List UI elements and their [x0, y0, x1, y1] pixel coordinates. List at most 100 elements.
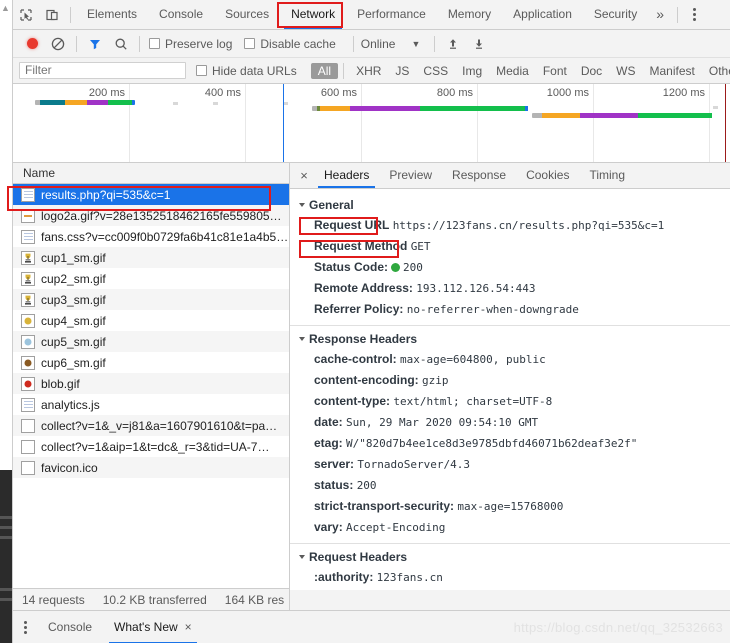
- tab-application-label: Application: [513, 7, 572, 21]
- type-filter-css[interactable]: CSS: [416, 63, 455, 79]
- type-filter-font[interactable]: Font: [536, 63, 574, 79]
- hide-data-urls-checkbox[interactable]: Hide data URLs: [196, 64, 297, 78]
- type-filter-manifest[interactable]: Manifest: [643, 63, 702, 79]
- request-row[interactable]: cup4_sm.gif: [13, 310, 289, 331]
- network-toolbar: Preserve log Disable cache Online ▼: [13, 30, 730, 58]
- request-row[interactable]: cup1_sm.gif: [13, 247, 289, 268]
- type-filter-img[interactable]: Img: [455, 63, 489, 79]
- request-row[interactable]: blob.gif: [13, 373, 289, 394]
- search-button[interactable]: [108, 31, 134, 57]
- throttling-select[interactable]: Online: [361, 37, 396, 51]
- tab-memory[interactable]: Memory: [437, 0, 502, 29]
- request-row[interactable]: fans.css?v=cc009f0b0729fa6b41c81e1a4b5…: [13, 226, 289, 247]
- drawer-tab-whats-new[interactable]: What's New ×: [103, 611, 203, 643]
- tab-security-label: Security: [593, 7, 638, 21]
- type-filter-doc[interactable]: Doc: [574, 63, 609, 79]
- image-circle-brown-icon: [21, 355, 35, 370]
- header-value: no-referrer-when-downgrade: [406, 303, 579, 316]
- drawer-tabbar: Console What's New × https://blog.csdn.n…: [13, 610, 730, 643]
- type-filter-xhr[interactable]: XHR: [349, 63, 388, 79]
- disable-cache-box: [244, 38, 256, 49]
- document-icon: [21, 187, 35, 202]
- scroll-up-arrow-icon[interactable]: ▲: [1, 2, 10, 14]
- type-filter-js[interactable]: JS: [388, 63, 416, 79]
- type-filter-all[interactable]: All: [310, 62, 339, 79]
- header-value: 200: [356, 479, 377, 492]
- overview-gridline: [709, 84, 710, 162]
- network-overview-timeline[interactable]: 200 ms 400 ms 600 ms 800 ms 1000 ms 1200 ms: [13, 84, 730, 163]
- request-name: cup2_sm.gif: [41, 271, 106, 286]
- header-value: 123fans.cn: [376, 571, 443, 584]
- type-filter-js-label: JS: [395, 63, 410, 78]
- drawer-tab-console[interactable]: Console: [37, 611, 103, 643]
- request-list-header[interactable]: Name: [13, 163, 289, 184]
- network-content: Name results.php?qi=535&c=1 logo2a.gif?v=…: [13, 163, 730, 590]
- request-row[interactable]: cup3_sm.gif: [13, 289, 289, 310]
- tab-timing[interactable]: Timing: [579, 163, 635, 188]
- overview-gridline: [477, 84, 478, 162]
- export-har-button[interactable]: [466, 31, 492, 57]
- devtools-menu-icon[interactable]: [683, 0, 705, 29]
- header-name: vary:: [314, 520, 343, 534]
- request-row[interactable]: cup6_sm.gif: [13, 352, 289, 373]
- tab-console-label: Console: [159, 7, 204, 21]
- tab-console[interactable]: Console: [148, 0, 214, 29]
- close-details-icon[interactable]: ×: [294, 168, 314, 183]
- request-row[interactable]: collect?v=1&_v=j81&a=1607901610&t=pa…: [13, 415, 289, 436]
- tab-sources[interactable]: Sources: [214, 0, 280, 29]
- preserve-log-checkbox[interactable]: Preserve log: [149, 37, 232, 51]
- tab-application[interactable]: Application: [502, 0, 583, 29]
- header-row: strict-transport-security: max-age=15768…: [290, 496, 730, 517]
- disable-cache-checkbox[interactable]: Disable cache: [244, 37, 336, 51]
- overview-tick-label: 800 ms: [436, 87, 473, 99]
- tab-security[interactable]: Security: [583, 0, 648, 29]
- section-general[interactable]: General: [290, 195, 730, 215]
- section-request-headers-label: Request Headers: [309, 550, 408, 564]
- type-filter-media[interactable]: Media: [489, 63, 536, 79]
- close-icon[interactable]: ×: [185, 611, 192, 643]
- triangle-down-icon-2: [299, 337, 305, 341]
- tab-network[interactable]: Network: [280, 0, 346, 29]
- header-value: 200: [403, 261, 423, 274]
- tab-elements[interactable]: Elements: [76, 0, 148, 29]
- type-filter-other[interactable]: Other: [702, 63, 730, 79]
- tab-preview[interactable]: Preview: [379, 163, 442, 188]
- inspect-cursor-icon[interactable]: [13, 2, 39, 28]
- import-har-button[interactable]: [440, 31, 466, 57]
- divider-2: [290, 543, 730, 544]
- device-toolbar-icon[interactable]: [39, 2, 65, 28]
- overview-minor-tick: [213, 102, 218, 105]
- section-response-headers[interactable]: Response Headers: [290, 329, 730, 349]
- status-ok-icon: [391, 263, 401, 272]
- type-filter-ws[interactable]: WS: [609, 63, 642, 79]
- image-circle-red-icon: [21, 376, 35, 391]
- more-tabs-icon[interactable]: »: [648, 0, 672, 29]
- request-name: logo2a.gif?v=28e1352518462165fe559805…: [41, 208, 282, 223]
- header-value: W/"820d7b4ee1ce8d3e9785dbfd46071b62deaf3…: [346, 437, 638, 450]
- drawer-menu-icon[interactable]: [13, 611, 37, 643]
- filter-input[interactable]: [19, 62, 186, 79]
- tab-headers[interactable]: Headers: [314, 163, 379, 188]
- drawer-tab-whats-new-label: What's New: [114, 619, 178, 634]
- header-name: content-type:: [314, 394, 390, 408]
- clear-button[interactable]: [45, 31, 71, 57]
- toolbar-separator: [70, 6, 71, 23]
- header-value: Accept-Encoding: [346, 521, 446, 534]
- filter-button[interactable]: [82, 31, 108, 57]
- chevron-down-icon[interactable]: ▼: [411, 39, 420, 49]
- overview-bar-segment: [65, 100, 87, 105]
- request-row[interactable]: analytics.js: [13, 394, 289, 415]
- tab-response[interactable]: Response: [442, 163, 516, 188]
- record-button[interactable]: [19, 31, 45, 57]
- request-row[interactable]: cup5_sm.gif: [13, 331, 289, 352]
- request-row[interactable]: collect?v=1&aip=1&t=dc&_r=3&tid=UA-7…: [13, 436, 289, 457]
- tab-cookies[interactable]: Cookies: [516, 163, 579, 188]
- tab-performance[interactable]: Performance: [346, 0, 437, 29]
- request-row[interactable]: logo2a.gif?v=28e1352518462165fe559805…: [13, 205, 289, 226]
- section-request-headers[interactable]: Request Headers: [290, 547, 730, 567]
- request-row[interactable]: favicon.ico: [13, 457, 289, 478]
- status-resources: 164 KB res: [216, 593, 289, 607]
- request-row[interactable]: results.php?qi=535&c=1: [13, 184, 289, 205]
- header-name: status:: [314, 478, 354, 492]
- request-row[interactable]: cup2_sm.gif: [13, 268, 289, 289]
